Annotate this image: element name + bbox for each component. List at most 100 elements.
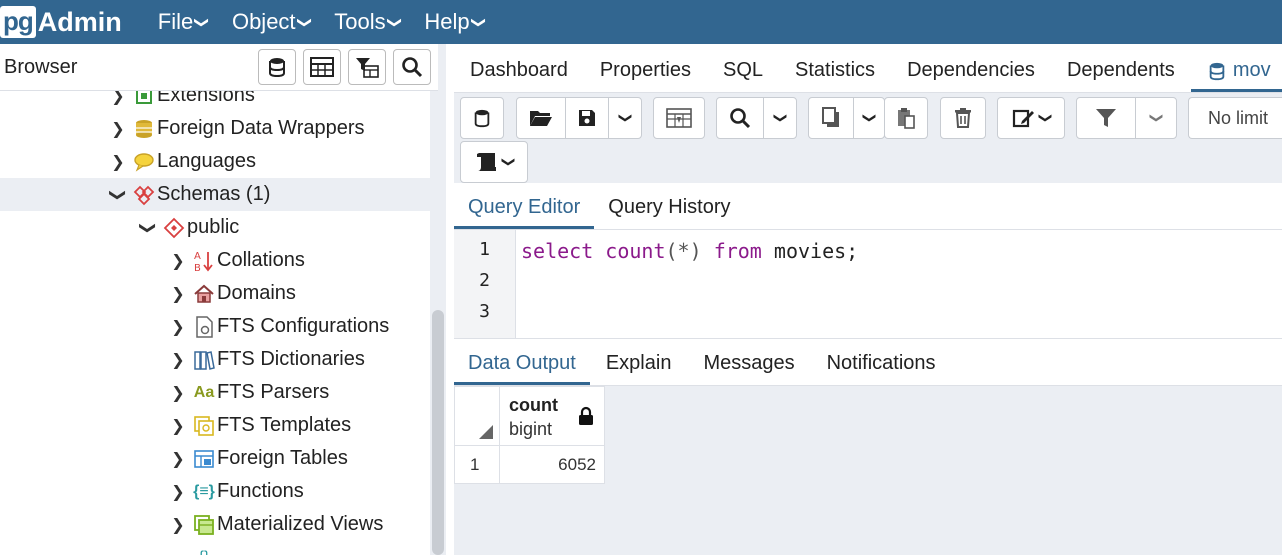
delete-button[interactable] <box>940 97 986 139</box>
execute-options-button[interactable]: ❯ <box>460 141 528 183</box>
chevron-right-icon[interactable]: ❯ <box>168 284 188 304</box>
tab-dashboard[interactable]: Dashboard <box>454 59 584 92</box>
tree-item-fts-parsers[interactable]: ❯ Aa FTS Parsers <box>0 376 430 409</box>
edit-data-button[interactable] <box>653 97 705 139</box>
chevron-right-icon[interactable]: ❯ <box>108 119 128 139</box>
tree-item-schemas[interactable]: ❯ Schemas (1) <box>0 178 430 211</box>
function-count: count <box>605 239 666 263</box>
view-data-button[interactable] <box>303 49 341 85</box>
copy-options-dropdown[interactable]: ❯ <box>853 97 885 139</box>
chevron-down-icon[interactable]: ❯ <box>108 185 128 205</box>
save-options-dropdown[interactable]: ❯ <box>608 97 642 139</box>
tree-item-fts-dictionaries[interactable]: ❯ FTS Dictionaries <box>0 343 430 376</box>
row-limit-select[interactable]: No limit <box>1188 97 1282 139</box>
find-button[interactable] <box>716 97 764 139</box>
edit-options-dropdown[interactable]: ❯ <box>997 97 1065 139</box>
tree-item-public[interactable]: ❯ public <box>0 211 430 244</box>
tab-explain[interactable]: Explain <box>590 352 688 385</box>
select-all-corner[interactable] <box>454 386 500 446</box>
chevron-down-icon: ❯ <box>618 112 633 124</box>
tab-properties[interactable]: Properties <box>584 59 707 92</box>
object-explorer-button[interactable] <box>258 49 296 85</box>
row-limit-value: No limit <box>1208 107 1269 128</box>
filter-button[interactable] <box>1076 97 1136 139</box>
table-edit-icon <box>666 108 692 128</box>
chevron-down-icon: ❯ <box>194 16 211 28</box>
connection-button[interactable] <box>460 97 504 139</box>
row-number-cell[interactable]: 1 <box>454 445 500 484</box>
tab-dependents[interactable]: Dependents <box>1051 59 1191 92</box>
extensions-icon <box>132 91 156 108</box>
chevron-right-icon[interactable]: ❯ <box>108 91 128 106</box>
tree-item-collations[interactable]: ❯ AB Collations <box>0 244 430 277</box>
filter-icon <box>1096 109 1116 127</box>
tree-item-functions[interactable]: ❯ {≡} Functions <box>0 475 430 508</box>
tab-query-tool[interactable]: mov <box>1190 59 1282 92</box>
tree-item-languages[interactable]: ❯ Languages <box>0 145 430 178</box>
tab-dependencies[interactable]: Dependencies <box>891 59 1051 92</box>
chevron-right-icon[interactable]: ❯ <box>168 383 188 403</box>
chevron-right-icon[interactable]: ❯ <box>168 482 188 502</box>
paste-button[interactable] <box>884 97 928 139</box>
database-icon <box>1209 62 1225 80</box>
tree-item-domains[interactable]: ❯ Domains <box>0 277 430 310</box>
menu-file[interactable]: File ❯ <box>158 9 211 35</box>
functions-icon: {≡} <box>193 482 215 500</box>
line-number: 2 <box>479 270 490 291</box>
tab-data-output[interactable]: Data Output <box>454 352 590 385</box>
tab-messages[interactable]: Messages <box>687 352 810 385</box>
tree-item-fts-templates[interactable]: ❯ FTS Templates <box>0 409 430 442</box>
domains-icon <box>192 282 216 306</box>
menu-object[interactable]: Object ❯ <box>232 9 313 35</box>
filtered-rows-button[interactable] <box>348 49 386 85</box>
chevron-down-icon[interactable]: ❯ <box>138 218 158 238</box>
database-icon <box>474 109 490 128</box>
chevron-down-icon: ❯ <box>296 16 313 28</box>
tab-sql[interactable]: SQL <box>707 59 779 92</box>
tab-notifications[interactable]: Notifications <box>811 352 952 385</box>
editor-tabs: Query Editor Query History <box>454 183 1282 230</box>
chevron-right-icon[interactable]: ❯ <box>168 317 188 337</box>
column-header-count[interactable]: count bigint <box>499 386 605 446</box>
copy-button[interactable] <box>808 97 854 139</box>
tab-query-history[interactable]: Query History <box>594 196 744 229</box>
find-options-dropdown[interactable]: ❯ <box>763 97 797 139</box>
tab-query-editor[interactable]: Query Editor <box>454 196 595 229</box>
chevron-right-icon[interactable]: ❯ <box>168 449 188 469</box>
tree-item-foreign-tables[interactable]: ❯ Foreign Tables <box>0 442 430 475</box>
tree-item-foreign-data-wrappers[interactable]: ❯ Foreign Data Wrappers <box>0 112 430 145</box>
main-tabs: Dashboard Properties SQL Statistics Depe… <box>454 44 1282 93</box>
main-area: Dashboard Properties SQL Statistics Depe… <box>454 44 1282 555</box>
tree-item-cut-off: {} <box>0 541 430 555</box>
result-value-cell[interactable]: 6052 <box>499 445 605 484</box>
chevron-right-icon[interactable]: ❯ <box>108 152 128 172</box>
save-file-button[interactable] <box>565 97 609 139</box>
menu-tools[interactable]: Tools ❯ <box>334 9 403 35</box>
search-icon <box>730 108 751 129</box>
code-area[interactable]: select count(*) from movies; <box>516 230 858 338</box>
tree-item-fts-configurations[interactable]: ❯ FTS Configurations <box>0 310 430 343</box>
chevron-right-icon[interactable]: ❯ <box>168 515 188 535</box>
menu-help[interactable]: Help ❯ <box>424 9 487 35</box>
sql-editor[interactable]: 1 2 3 select count(*) from movies; <box>454 230 1282 338</box>
tree-item-materialized-views[interactable]: ❯ Materialized Views <box>0 508 430 541</box>
chevron-right-icon[interactable]: ❯ <box>168 251 188 271</box>
column-name: count <box>509 395 558 415</box>
tab-statistics[interactable]: Statistics <box>779 59 891 92</box>
tree-item-extensions[interactable]: ❯ Extensions <box>0 91 430 112</box>
tree-scrollbar-thumb[interactable] <box>432 310 444 555</box>
result-tabs: Data Output Explain Messages Notificatio… <box>454 338 1282 386</box>
chevron-right-icon[interactable]: ❯ <box>168 350 188 370</box>
database-icon <box>269 58 285 78</box>
fts-templates-icon <box>192 414 216 438</box>
browser-panel: Browser ❯ Extensions ❯ Foreign Data Wrap… <box>0 44 446 555</box>
materialized-views-icon <box>192 513 216 537</box>
chevron-right-icon[interactable]: ❯ <box>168 416 188 436</box>
chevron-down-icon: ❯ <box>862 112 877 124</box>
procedures-icon: {} <box>192 546 216 555</box>
query-toolbar: ❯ ❯ ❯ ❯ ❯ No limit ❯ <box>454 93 1282 183</box>
filter-options-dropdown[interactable]: ❯ <box>1135 97 1177 139</box>
object-tree: ❯ Extensions ❯ Foreign Data Wrappers ❯ L… <box>0 91 438 555</box>
search-objects-button[interactable] <box>393 49 431 85</box>
open-file-button[interactable] <box>516 97 566 139</box>
